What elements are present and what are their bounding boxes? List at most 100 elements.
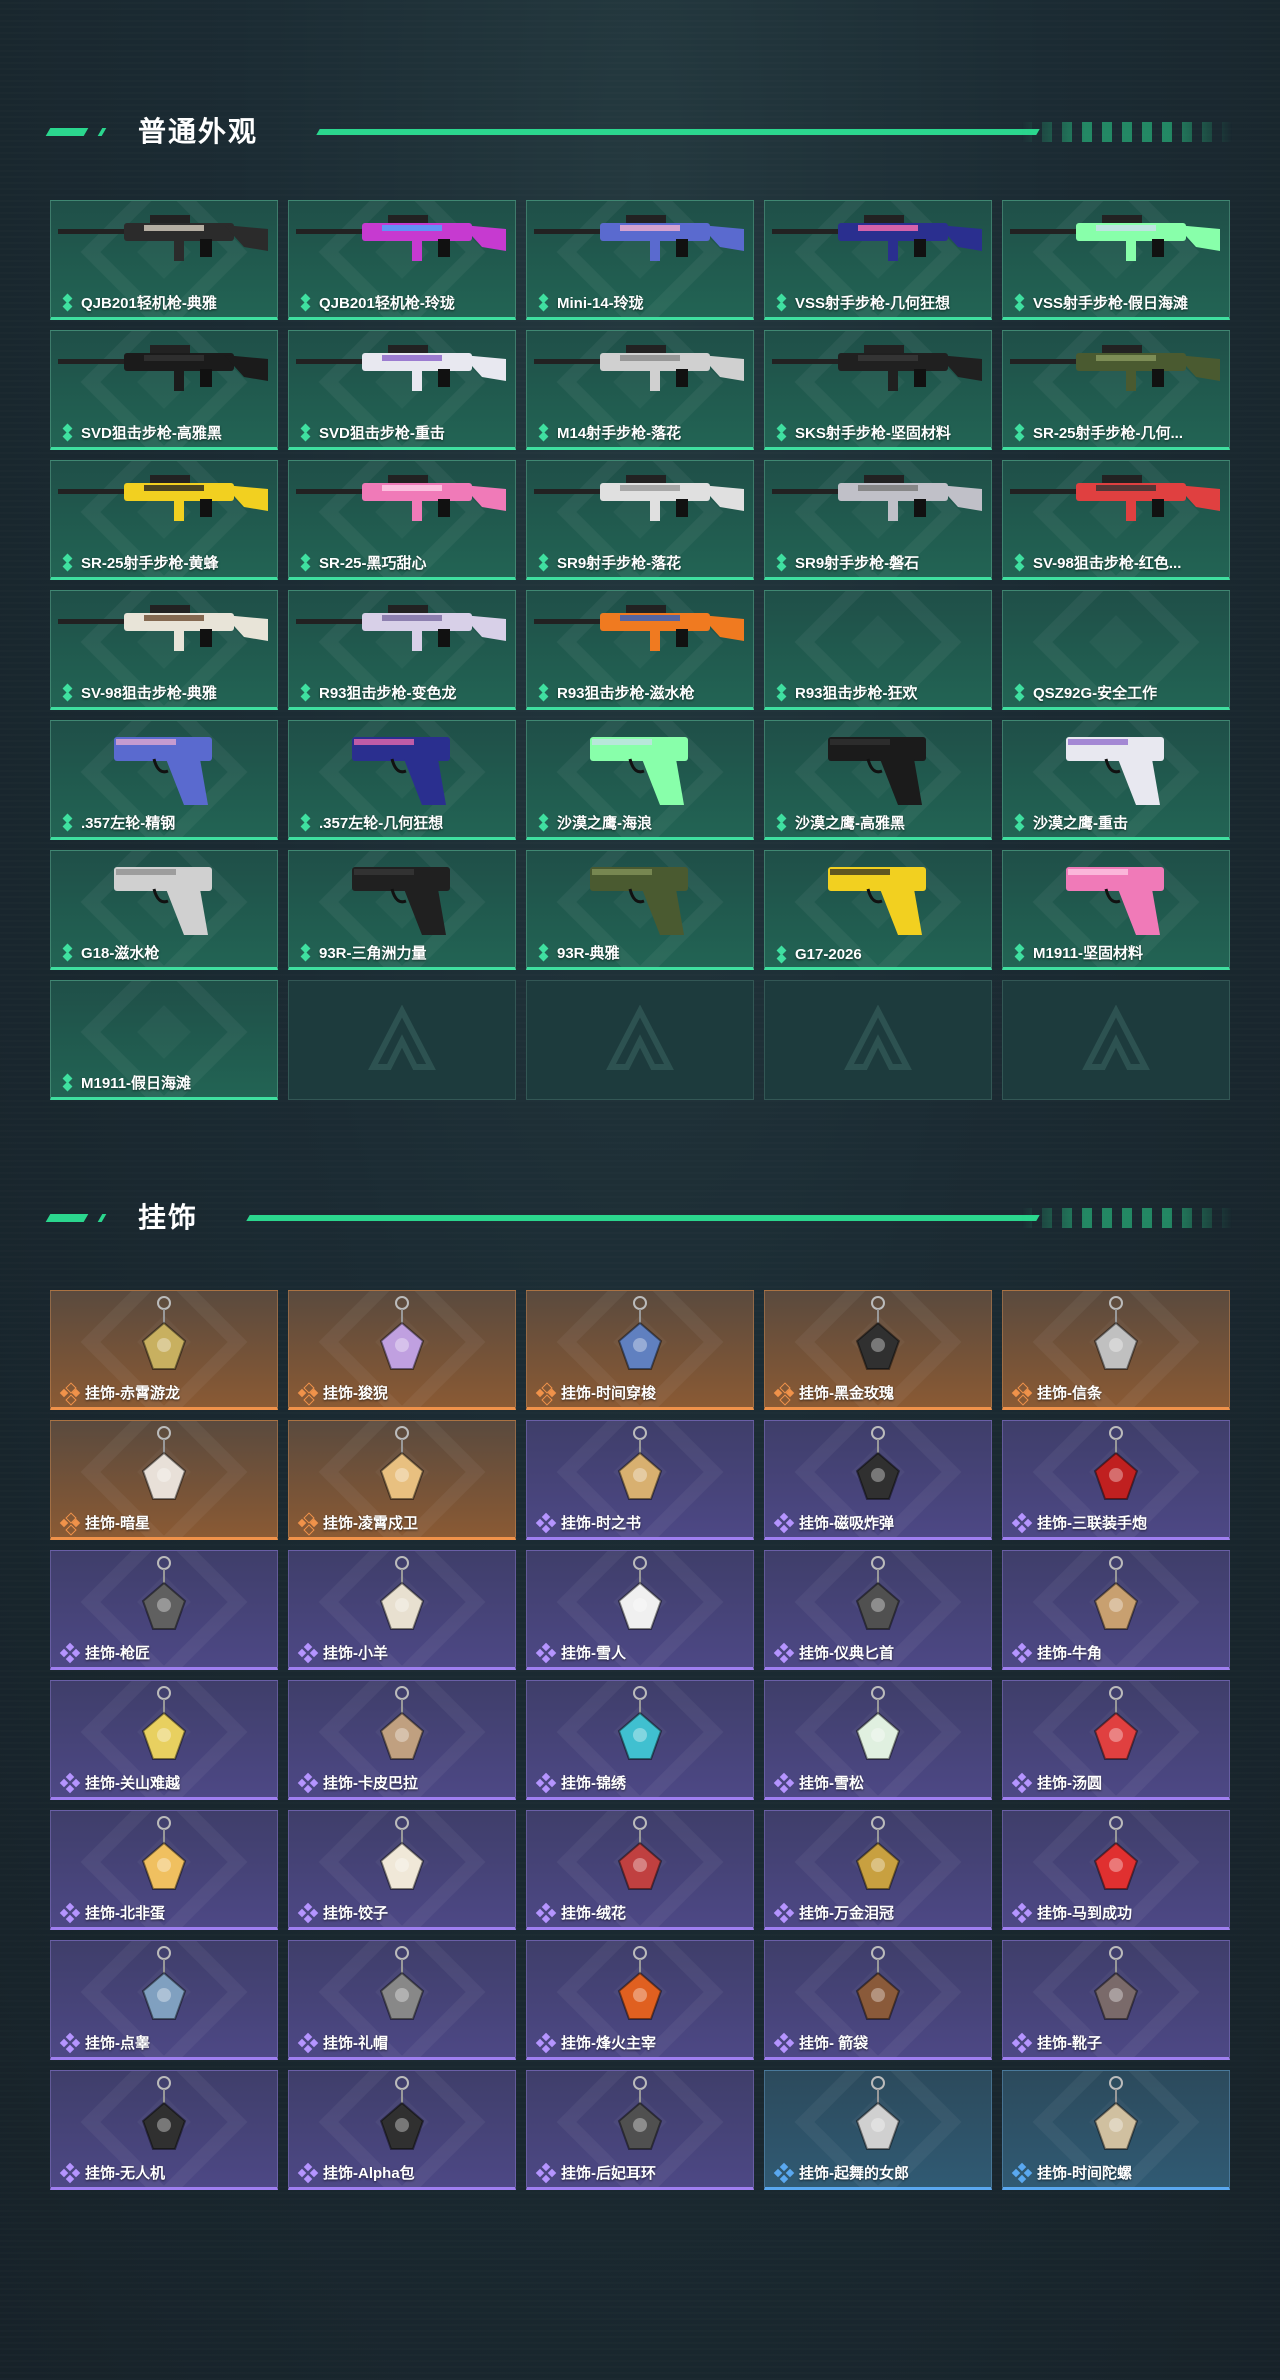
pendant-card[interactable]: 挂饰-黑金玫瑰 (764, 1290, 992, 1410)
pendant-card[interactable]: 挂饰-雪人 (526, 1550, 754, 1670)
empty-slot-logo-icon (606, 1005, 674, 1070)
skin-card[interactable]: SVD狙击步枪-重击 (288, 330, 516, 450)
skin-name: .357左轮-几何狂想 (319, 815, 444, 832)
skin-name: SV-98狙击步枪-典雅 (81, 685, 217, 702)
skin-label: G17-2026 (775, 946, 862, 963)
skin-card[interactable]: M1911-假日海滩 (50, 980, 278, 1100)
skin-card[interactable]: SVD狙击步枪-高雅黑 (50, 330, 278, 450)
skin-card[interactable]: SV-98狙击步枪-典雅 (50, 590, 278, 710)
skin-card[interactable]: G17-2026 (764, 850, 992, 970)
skin-card[interactable]: R93狙击步枪-狂欢 (764, 590, 992, 710)
skin-name: R93狙击步枪-狂欢 (795, 685, 918, 702)
pendant-label: 挂饰-暗星 (59, 1511, 150, 1536)
skin-card[interactable]: QSZ92G-安全工作 (1002, 590, 1230, 710)
pendant-card[interactable]: 挂饰-时间穿梭 (526, 1290, 754, 1410)
pendant-name: 挂饰-暗星 (85, 1515, 150, 1532)
pendant-card[interactable]: 挂饰-北非蛋 (50, 1810, 278, 1930)
pendant-card[interactable]: 挂饰-信条 (1002, 1290, 1230, 1410)
pendant-label: 挂饰-磁吸炸弹 (773, 1512, 894, 1533)
skin-card[interactable]: R93狙击步枪-变色龙 (288, 590, 516, 710)
pendant-card[interactable]: 挂饰-饺子 (288, 1810, 516, 1930)
pendant-card[interactable]: 挂饰-时间陀螺 (1002, 2070, 1230, 2190)
pendant-charm-icon (1081, 1295, 1151, 1384)
skin-card[interactable]: M14射手步枪-落花 (526, 330, 754, 450)
skin-card[interactable]: M1911-坚固材料 (1002, 850, 1230, 970)
rarity-diamond-icon (775, 685, 789, 701)
skin-card[interactable]: VSS射手步枪-几何狂想 (764, 200, 992, 320)
pendant-card[interactable]: 挂饰- 箭袋 (764, 1940, 992, 2060)
pendant-label: 挂饰-狻猊 (297, 1381, 388, 1406)
rarity-diamond-icon (59, 2162, 81, 2183)
skin-card[interactable]: 93R-典雅 (526, 850, 754, 970)
skin-label: M1911-坚固材料 (1013, 942, 1143, 963)
pendant-name: 挂饰-锦绣 (561, 1775, 626, 1792)
pendant-label: 挂饰-无人机 (59, 2162, 165, 2183)
pendant-label: 挂饰-时间陀螺 (1011, 2162, 1132, 2183)
pendant-label: 挂饰-信条 (1011, 1381, 1102, 1406)
rarity-diamond-icon (1011, 2162, 1033, 2183)
pendant-card[interactable]: 挂饰-卡皮巴拉 (288, 1680, 516, 1800)
skin-card[interactable]: QJB201轻机枪-玲珑 (288, 200, 516, 320)
pendant-card[interactable]: 挂饰-Alpha包 (288, 2070, 516, 2190)
skin-card[interactable]: R93狙击步枪-滋水枪 (526, 590, 754, 710)
pendant-card[interactable]: 挂饰-小羊 (288, 1550, 516, 1670)
rarity-diamond-icon (61, 685, 75, 701)
skin-card[interactable]: .357左轮-几何狂想 (288, 720, 516, 840)
pendant-name: 挂饰-万金泪冠 (799, 1905, 894, 1922)
pendant-card[interactable]: 挂饰-靴子 (1002, 1940, 1230, 2060)
pendant-card[interactable]: 挂饰-烽火主宰 (526, 1940, 754, 2060)
rarity-diamond-icon (299, 425, 313, 441)
skin-card[interactable]: 沙漠之鹰-重击 (1002, 720, 1230, 840)
pendant-card[interactable]: 挂饰-赤霄游龙 (50, 1290, 278, 1410)
pendant-card[interactable]: 挂饰-万金泪冠 (764, 1810, 992, 1930)
pendant-card[interactable]: 挂饰-汤圆 (1002, 1680, 1230, 1800)
pendant-card[interactable]: 挂饰-无人机 (50, 2070, 278, 2190)
skin-card[interactable]: .357左轮-精钢 (50, 720, 278, 840)
pendant-card[interactable]: 挂饰-狻猊 (288, 1290, 516, 1410)
skin-card[interactable]: QJB201轻机枪-典雅 (50, 200, 278, 320)
rarity-diamond-icon (1011, 2032, 1033, 2053)
pendant-card[interactable]: 挂饰-凌霄戍卫 (288, 1420, 516, 1540)
pendant-card[interactable]: 挂饰-起舞的女郎 (764, 2070, 992, 2190)
pendant-card[interactable]: 挂饰-后妃耳环 (526, 2070, 754, 2190)
pendant-card[interactable]: 挂饰-关山难越 (50, 1680, 278, 1800)
skin-card[interactable]: 沙漠之鹰-高雅黑 (764, 720, 992, 840)
pendant-card[interactable]: 挂饰-礼帽 (288, 1940, 516, 2060)
skin-card[interactable]: SR-25-黑巧甜心 (288, 460, 516, 580)
skin-card[interactable]: SR-25射手步枪-黄蜂 (50, 460, 278, 580)
pendant-grid: 挂饰-赤霄游龙 挂饰-狻猊 挂饰-时间穿梭 挂饰-黑金玫瑰 挂饰-信条挂饰-暗星 挂饰-凌… (50, 1290, 1230, 2190)
pendant-card[interactable]: 挂饰-牛角 (1002, 1550, 1230, 1670)
skin-card[interactable]: SR9射手步枪-磐石 (764, 460, 992, 580)
rarity-diamond-icon (1011, 1381, 1033, 1406)
header-checker-pattern (1022, 122, 1232, 142)
pendant-charm-icon (129, 1945, 199, 2034)
skin-name: SVD狙击步枪-高雅黑 (81, 425, 222, 442)
pendant-card[interactable]: 挂饰-绒花 (526, 1810, 754, 1930)
pendant-card[interactable]: 挂饰-三联装手炮 (1002, 1420, 1230, 1540)
pendant-card[interactable]: 挂饰-暗星 (50, 1420, 278, 1540)
empty-slot (526, 980, 754, 1100)
pendant-card[interactable]: 挂饰-时之书 (526, 1420, 754, 1540)
skin-card[interactable]: Mini-14-玲珑 (526, 200, 754, 320)
skin-card[interactable]: SV-98狙击步枪-红色... (1002, 460, 1230, 580)
skin-card[interactable]: SR9射手步枪-落花 (526, 460, 754, 580)
pendant-card[interactable]: 挂饰-马到成功 (1002, 1810, 1230, 1930)
skin-name: 93R-三角洲力量 (319, 945, 427, 962)
pendant-card[interactable]: 挂饰-枪匠 (50, 1550, 278, 1670)
pendant-card[interactable]: 挂饰-雪松 (764, 1680, 992, 1800)
pendant-card[interactable]: 挂饰-锦绣 (526, 1680, 754, 1800)
skin-card[interactable]: SKS射手步枪-坚固材料 (764, 330, 992, 450)
skin-card[interactable]: 93R-三角洲力量 (288, 850, 516, 970)
pendant-card[interactable]: 挂饰-仪典匕首 (764, 1550, 992, 1670)
skin-card[interactable]: SR-25射手步枪-几何... (1002, 330, 1230, 450)
rarity-diamond-icon (1013, 945, 1027, 961)
sniper-rifle-icon (54, 601, 274, 666)
pendant-card[interactable]: 挂饰-点睾 (50, 1940, 278, 2060)
skin-card[interactable]: G18-滋水枪 (50, 850, 278, 970)
pendant-name: 挂饰- 箭袋 (799, 2035, 869, 2052)
pendant-label: 挂饰-烽火主宰 (535, 2032, 656, 2053)
skin-card[interactable]: VSS射手步枪-假日海滩 (1002, 200, 1230, 320)
skin-name: QJB201轻机枪-典雅 (81, 295, 217, 312)
skin-card[interactable]: 沙漠之鹰-海浪 (526, 720, 754, 840)
pendant-card[interactable]: 挂饰-磁吸炸弹 (764, 1420, 992, 1540)
